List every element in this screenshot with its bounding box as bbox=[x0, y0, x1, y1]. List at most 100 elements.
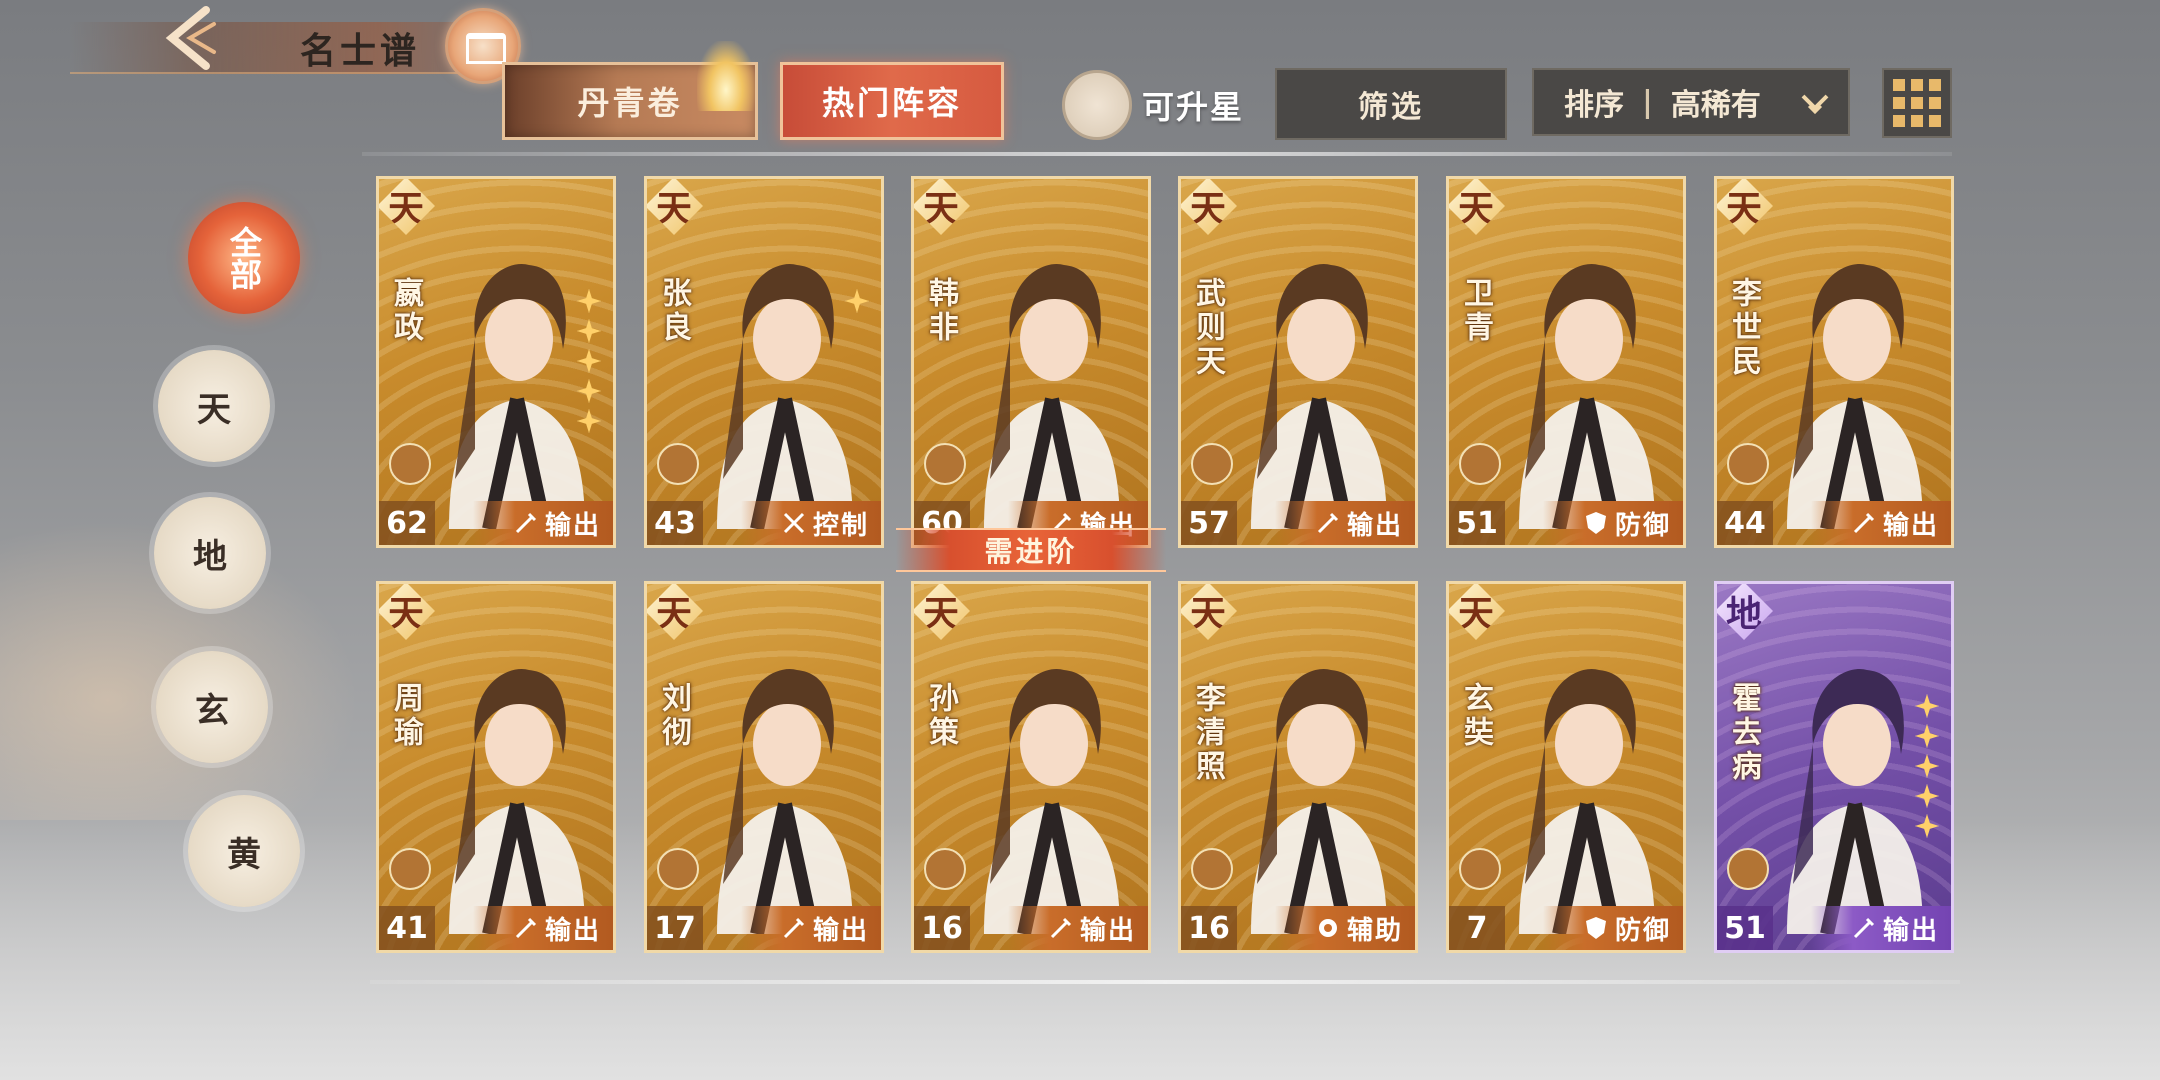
star-icon bbox=[1915, 754, 1939, 778]
grid-cell-icon bbox=[1911, 79, 1923, 91]
role-tag: 输出 bbox=[740, 906, 881, 950]
rank-badge: 天 bbox=[1181, 584, 1237, 640]
grid-cell-icon bbox=[1893, 115, 1905, 127]
category-di[interactable]: 地 bbox=[154, 497, 266, 609]
need-advance-banner: 需进阶 bbox=[896, 528, 1166, 572]
upgradable-toggle[interactable] bbox=[1062, 70, 1132, 140]
star-icon bbox=[577, 319, 601, 343]
back-button[interactable] bbox=[160, 4, 220, 72]
role-emblem-icon bbox=[1459, 848, 1501, 890]
role-tag: 输出 bbox=[472, 906, 613, 950]
rank-label: 天 bbox=[1725, 188, 1762, 230]
hero-card[interactable]: 天武则天 57 输出 bbox=[1178, 176, 1418, 548]
rank-label: 天 bbox=[655, 188, 692, 230]
hero-portrait bbox=[1519, 263, 1655, 529]
role-emblem-icon bbox=[1191, 443, 1233, 485]
sword-icon bbox=[783, 917, 805, 939]
page-title: 名士谱 bbox=[300, 30, 421, 72]
role-label: 防御 bbox=[1614, 510, 1671, 541]
shield-icon bbox=[1585, 917, 1606, 939]
rank-badge: 天 bbox=[379, 179, 435, 235]
role-label: 输出 bbox=[1079, 915, 1136, 946]
hero-card[interactable]: 天张良 43 控制 bbox=[644, 176, 884, 548]
hero-name: 霍去病 bbox=[1726, 682, 1761, 784]
filter-button[interactable]: 筛选 bbox=[1275, 68, 1507, 140]
sword-icon bbox=[515, 917, 537, 939]
role-emblem-icon bbox=[389, 848, 431, 890]
category-all-label: 全部 bbox=[225, 226, 263, 290]
hero-name: 卫青 bbox=[1458, 277, 1493, 345]
tab-danqing-label: 丹青卷 bbox=[577, 84, 683, 122]
hero-card[interactable]: 天刘彻 17 输出 bbox=[644, 581, 884, 953]
role-tag: 输出 bbox=[472, 501, 613, 545]
tab-hot-lineup[interactable]: 热门阵容 bbox=[780, 62, 1004, 140]
grid-cell-icon bbox=[1893, 79, 1905, 91]
rank-label: 天 bbox=[1457, 593, 1494, 635]
rank-badge: 天 bbox=[1181, 179, 1237, 235]
rank-badge: 天 bbox=[1717, 179, 1773, 235]
rank-badge: 天 bbox=[379, 584, 435, 640]
role-emblem-icon bbox=[924, 443, 966, 485]
star-icon bbox=[577, 349, 601, 373]
hero-name: 李清照 bbox=[1190, 682, 1225, 784]
rank-label: 天 bbox=[387, 593, 424, 635]
level-badge: 51 bbox=[1717, 906, 1773, 950]
star-icon bbox=[1915, 724, 1939, 748]
sort-dropdown[interactable]: 排序 | 高稀有 bbox=[1532, 68, 1850, 136]
rank-badge: 天 bbox=[914, 179, 970, 235]
hero-card[interactable]: 天孙策 16 输出 bbox=[911, 581, 1151, 953]
level-badge: 16 bbox=[1181, 906, 1237, 950]
star-icon bbox=[577, 379, 601, 403]
rank-label: 地 bbox=[1725, 593, 1762, 635]
rank-label: 天 bbox=[922, 188, 959, 230]
hero-card[interactable]: 天李清照 16 辅助 bbox=[1178, 581, 1418, 953]
hero-portrait bbox=[984, 263, 1120, 529]
grid-cell-icon bbox=[1893, 97, 1905, 109]
hero-portrait bbox=[1787, 263, 1923, 529]
hero-card[interactable]: 天卫青 51 防御 bbox=[1446, 176, 1686, 548]
role-tag: 辅助 bbox=[1274, 906, 1415, 950]
rank-label: 天 bbox=[387, 188, 424, 230]
cross-icon bbox=[783, 512, 805, 534]
rank-badge: 天 bbox=[1449, 584, 1505, 640]
role-emblem-icon bbox=[1727, 848, 1769, 890]
level-badge: 7 bbox=[1449, 906, 1505, 950]
hero-name: 武则天 bbox=[1190, 277, 1225, 379]
level-badge: 57 bbox=[1181, 501, 1237, 545]
category-huang[interactable]: 黄 bbox=[188, 795, 300, 907]
hero-name: 李世民 bbox=[1726, 277, 1761, 379]
role-emblem-icon bbox=[1191, 848, 1233, 890]
grid-cell-icon bbox=[1911, 115, 1923, 127]
category-label: 地 bbox=[193, 536, 227, 577]
sort-value: 高稀有 bbox=[1670, 88, 1761, 123]
hero-name: 孙策 bbox=[923, 682, 958, 750]
hero-card[interactable]: 天李世民 44 输出 bbox=[1714, 176, 1954, 548]
category-tian[interactable]: 天 bbox=[158, 350, 270, 462]
hero-card[interactable]: 天韩非 60 输出 bbox=[911, 176, 1151, 548]
category-xuan[interactable]: 玄 bbox=[156, 651, 268, 763]
role-emblem-icon bbox=[657, 848, 699, 890]
tab-hot-lineup-label: 热门阵容 bbox=[821, 84, 962, 122]
role-label: 输出 bbox=[544, 510, 601, 541]
hero-card[interactable]: 天周瑜 41 输出 bbox=[376, 581, 616, 953]
hero-card[interactable]: 天嬴政 62 输出 bbox=[376, 176, 616, 548]
hero-name: 刘彻 bbox=[656, 682, 691, 750]
back-arrow-icon bbox=[165, 6, 216, 70]
star-icon bbox=[845, 289, 869, 313]
sort-separator: | bbox=[1642, 84, 1653, 120]
star-icon bbox=[1915, 814, 1939, 838]
hero-name: 韩非 bbox=[923, 277, 958, 345]
role-emblem-icon bbox=[657, 443, 699, 485]
grid-view-button[interactable] bbox=[1882, 68, 1952, 138]
hero-portrait bbox=[984, 668, 1120, 934]
category-all[interactable]: 全部 bbox=[188, 202, 300, 314]
rank-label: 天 bbox=[1189, 188, 1226, 230]
hero-card[interactable]: 地霍去病 51 输出 bbox=[1714, 581, 1954, 953]
hero-card[interactable]: 天玄奘 7 防御 bbox=[1446, 581, 1686, 953]
tab-danqing[interactable]: 丹青卷 bbox=[502, 41, 758, 140]
filter-label: 筛选 bbox=[1358, 90, 1424, 125]
rank-label: 天 bbox=[655, 593, 692, 635]
category-label: 黄 bbox=[227, 834, 261, 875]
star-icon bbox=[577, 409, 601, 433]
hero-name: 嬴政 bbox=[388, 277, 423, 345]
